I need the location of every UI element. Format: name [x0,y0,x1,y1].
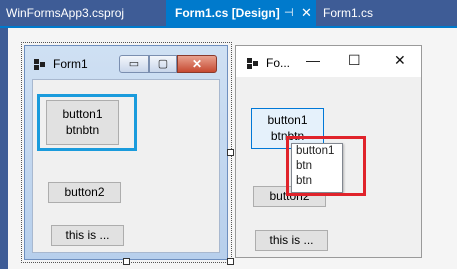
close-icon[interactable]: ✕ [394,52,406,69]
runtime-button3[interactable]: this is ... [255,230,328,251]
minimize-icon[interactable]: — [306,52,320,68]
resize-handle-bottom[interactable] [123,258,130,265]
runtime-form-titlebar[interactable]: Fo... — ☐ ✕ [236,46,421,77]
designer-left-edge [0,28,8,269]
selection-frame [21,42,232,263]
resize-handle-right[interactable] [227,149,234,156]
tab-form1-design[interactable]: Form1.cs [Design] ⊣ ✕ [166,0,316,26]
form-icon [247,58,258,69]
highlight-red-box [286,136,366,196]
maximize-icon[interactable]: ☐ [348,52,361,69]
runtime-form-title: Fo... [266,56,291,70]
close-icon[interactable]: ✕ [301,0,312,26]
pin-icon[interactable]: ⊣ [284,0,294,26]
tab-label: Form1.cs [Design] [175,6,280,20]
tab-csproj[interactable]: WinFormsApp3.csproj [6,0,124,26]
tab-form1-cs[interactable]: Form1.cs [323,0,373,26]
resize-handle-bottom-right[interactable] [227,258,234,265]
